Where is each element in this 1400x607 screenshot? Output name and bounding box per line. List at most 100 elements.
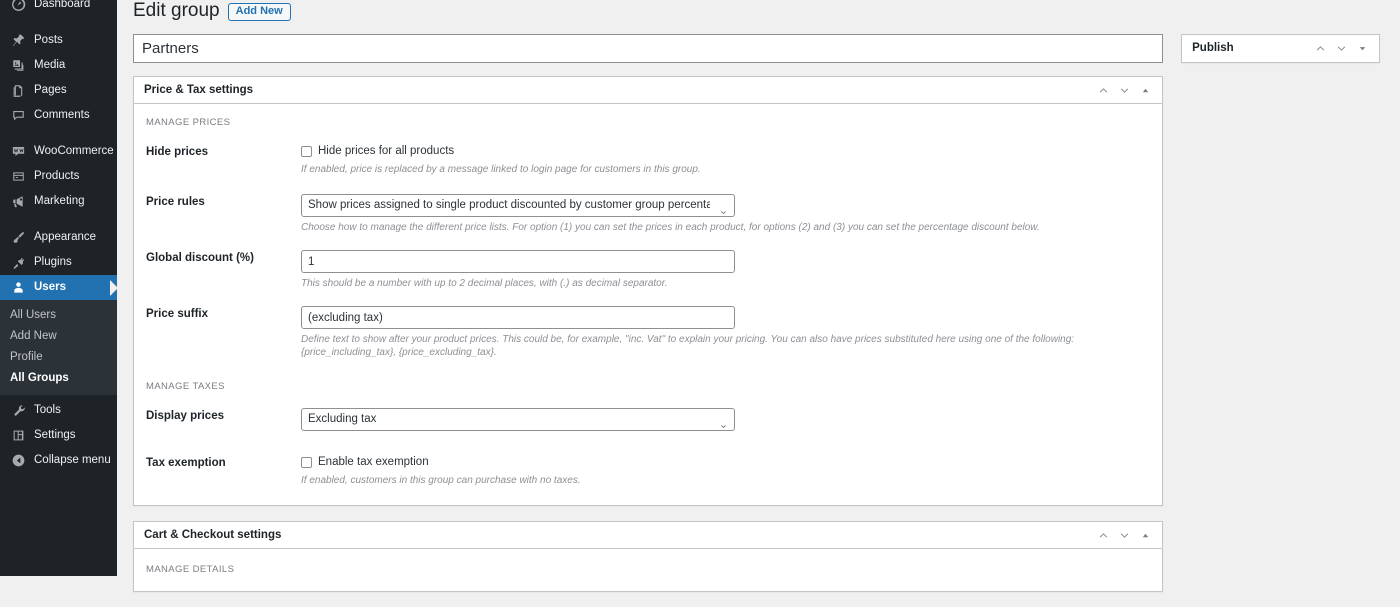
sidebar-item-tools[interactable]: Tools [0, 398, 117, 423]
move-down-icon[interactable] [1331, 35, 1352, 62]
price-suffix-label: Price suffix [146, 306, 301, 322]
publish-panel-title: Publish [1192, 35, 1234, 62]
admin-sidebar: Dashboard Posts Media Pages Comments Woo… [0, 0, 117, 576]
cart-checkout-panel-header: Cart & Checkout settings [134, 522, 1162, 549]
menu-separator [0, 128, 117, 139]
sidebar-item-label: WooCommerce [34, 139, 114, 164]
comments-icon [10, 107, 27, 124]
sidebar-item-label: Plugins [34, 250, 72, 275]
wrench-icon [10, 402, 27, 419]
toggle-panel-icon[interactable] [1135, 522, 1156, 549]
sidebar-item-label: Pages [34, 78, 67, 103]
price-tax-panel-header: Price & Tax settings [134, 77, 1162, 104]
submenu-item-add-new[interactable]: Add New [0, 326, 117, 347]
sidebar-item-appearance[interactable]: Appearance [0, 225, 117, 250]
price-rules-description: Choose how to manage the different price… [301, 221, 1150, 234]
tax-exemption-label: Tax exemption [146, 455, 301, 471]
sidebar-item-comments[interactable]: Comments [0, 103, 117, 128]
group-title-input[interactable] [133, 34, 1163, 63]
global-discount-input[interactable] [301, 250, 735, 273]
move-up-icon[interactable] [1310, 35, 1331, 62]
tax-exemption-description: If enabled, customers in this group can … [301, 474, 1150, 487]
page-header: Edit group Add New [133, 0, 1380, 22]
post-body: Price & Tax settings [133, 34, 1380, 607]
price-suffix-row: Price suffix Define text to show after y… [146, 306, 1150, 359]
sidebar-item-users[interactable]: Users [0, 275, 117, 300]
move-down-icon[interactable] [1114, 522, 1135, 549]
sidebar-item-plugins[interactable]: Plugins [0, 250, 117, 275]
move-up-icon[interactable] [1093, 522, 1114, 549]
display-prices-row: Display prices Excluding tax [146, 408, 1150, 431]
tax-exemption-checkbox[interactable] [301, 457, 312, 468]
price-tax-panel-title: Price & Tax settings [144, 77, 253, 104]
sidebar-item-media[interactable]: Media [0, 53, 117, 78]
brush-icon [10, 229, 27, 246]
tax-exemption-checkbox-label[interactable]: Enable tax exemption [318, 455, 429, 470]
collapse-icon [10, 452, 27, 469]
sidebar-item-pages[interactable]: Pages [0, 78, 117, 103]
dashboard-icon [10, 0, 27, 13]
sidebar-item-label: Dashboard [34, 0, 90, 17]
add-new-button[interactable]: Add New [228, 3, 291, 21]
page-title: Edit group [133, 0, 220, 22]
sidebar-item-label: Posts [34, 28, 63, 53]
move-up-icon[interactable] [1093, 77, 1114, 104]
cart-checkout-panel-body: Manage details [134, 549, 1162, 575]
users-submenu: All Users Add New Profile All Groups [0, 300, 117, 395]
plugins-icon [10, 254, 27, 271]
price-suffix-description: Define text to show after your product p… [301, 333, 1101, 359]
price-suffix-input[interactable] [301, 306, 735, 329]
pages-icon [10, 82, 27, 99]
sidebar-item-dashboard[interactable]: Dashboard [0, 0, 117, 17]
cart-checkout-settings-panel: Cart & Checkout settings [133, 521, 1163, 592]
content-area: Edit group Add New Price & Tax settings [117, 0, 1400, 576]
global-discount-label: Global discount (%) [146, 250, 301, 266]
sidebar-item-products[interactable]: Products [0, 164, 117, 189]
display-prices-label: Display prices [146, 408, 301, 424]
toggle-panel-icon[interactable] [1135, 77, 1156, 104]
price-tax-panel-handle-actions [1093, 77, 1162, 104]
cart-checkout-panel-handle-actions [1093, 522, 1162, 549]
media-icon [10, 57, 27, 74]
sidebar-item-collapse-menu[interactable]: Collapse menu [0, 448, 117, 473]
sidebar-item-label: Users [34, 275, 66, 300]
hide-prices-row: Hide prices Hide prices for all products… [146, 144, 1150, 176]
cart-checkout-panel-title: Cart & Checkout settings [144, 522, 281, 549]
manage-prices-section-label: Manage prices [146, 117, 1150, 128]
title-field-wrapper [133, 34, 1163, 63]
global-discount-row: Global discount (%) This should be a num… [146, 250, 1150, 290]
price-tax-panel-body: Manage prices Hide prices Hide prices fo… [134, 104, 1162, 505]
tax-exemption-row: Tax exemption Enable tax exemption If en… [146, 455, 1150, 487]
hide-prices-checkbox-label[interactable]: Hide prices for all products [318, 144, 454, 159]
display-prices-select[interactable]: Excluding tax [301, 408, 735, 431]
global-discount-description: This should be a number with up to 2 dec… [301, 277, 1150, 290]
sidebar-item-posts[interactable]: Posts [0, 28, 117, 53]
sidebar-item-label: Appearance [34, 225, 96, 250]
sidebar-item-label: Marketing [34, 189, 85, 214]
toggle-panel-icon[interactable] [1352, 35, 1373, 62]
price-rules-select[interactable]: Show prices assigned to single product d… [301, 194, 735, 217]
sidebar-item-label: Settings [34, 423, 76, 448]
pin-icon [10, 32, 27, 49]
side-column: Publish [1181, 34, 1380, 78]
manage-taxes-section-label: Manage taxes [146, 381, 1150, 392]
hide-prices-description: If enabled, price is replaced by a messa… [301, 163, 1150, 176]
submenu-item-all-groups[interactable]: All Groups [0, 368, 117, 389]
submenu-item-all-users[interactable]: All Users [0, 305, 117, 326]
sidebar-item-label: Media [34, 53, 65, 78]
price-rules-label: Price rules [146, 194, 301, 210]
manage-details-section-label: Manage details [146, 564, 1150, 575]
submenu-item-profile[interactable]: Profile [0, 347, 117, 368]
publish-panel-handle-actions [1310, 35, 1379, 62]
sidebar-item-woocommerce[interactable]: WooCommerce [0, 139, 117, 164]
hide-prices-checkbox[interactable] [301, 146, 312, 157]
sidebar-item-label: Collapse menu [34, 448, 111, 473]
sidebar-item-marketing[interactable]: Marketing [0, 189, 117, 214]
megaphone-icon [10, 193, 27, 210]
sidebar-item-settings[interactable]: Settings [0, 423, 117, 448]
publish-panel-header: Publish [1182, 35, 1379, 62]
sidebar-item-label: Comments [34, 103, 90, 128]
move-down-icon[interactable] [1114, 77, 1135, 104]
sidebar-item-label: Tools [34, 398, 61, 423]
menu-separator [0, 17, 117, 28]
